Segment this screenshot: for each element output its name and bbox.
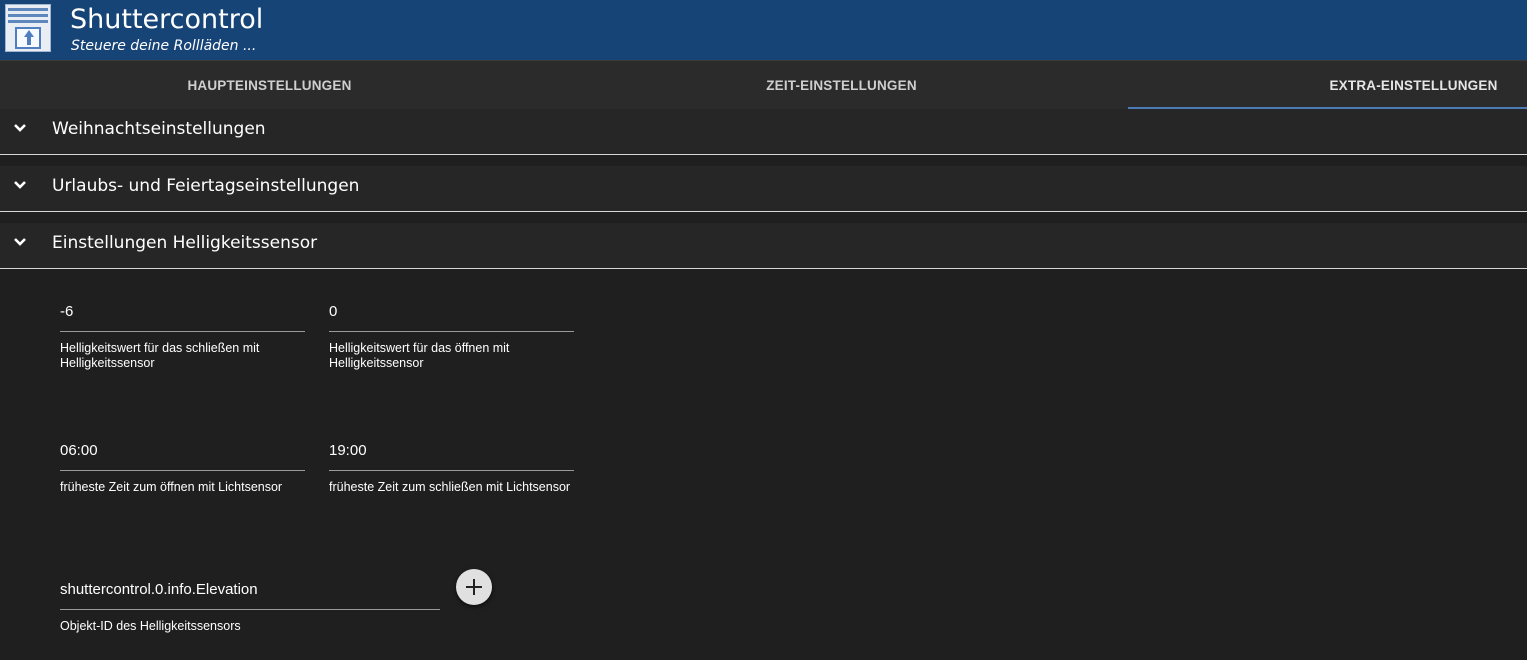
- field-underline: [329, 470, 574, 471]
- field-underline: [60, 609, 440, 610]
- tab-bar: HAUPTEINSTELLUNGEN ZEIT-EINSTELLUNGEN EX…: [0, 60, 1527, 109]
- app-header: Shuttercontrol Steuere deine Rollläden .…: [0, 0, 1527, 60]
- earliest-open-time-input[interactable]: 06:00: [60, 436, 98, 466]
- brightness-open-input[interactable]: 0: [329, 297, 337, 327]
- chevron-down-icon: [14, 238, 26, 246]
- shutter-logo-icon: [5, 4, 51, 52]
- brightness-close-label: Helligkeitswert für das schließen mit He…: [60, 341, 260, 370]
- panel-urlaubs-feiertagseinstellungen[interactable]: Urlaubs- und Feiertagseinstellungen: [0, 166, 1527, 212]
- earliest-open-time-label: früheste Zeit zum öffnen mit Lichtsensor: [60, 480, 283, 494]
- panel-label: Einstellungen Helligkeitssensor: [52, 233, 318, 253]
- panel-label: Weihnachtseinstellungen: [52, 119, 266, 139]
- tab-extra-einstellungen[interactable]: EXTRA-EINSTELLUNGEN: [1159, 61, 1527, 110]
- panel-label: Urlaubs- und Feiertagseinstellungen: [52, 176, 360, 196]
- sensor-object-id-input[interactable]: shuttercontrol.0.info.Elevation: [60, 575, 258, 605]
- tab-zeit-einstellungen[interactable]: ZEIT-EINSTELLUNGEN: [587, 61, 1096, 110]
- earliest-close-time-label: früheste Zeit zum schließen mit Lichtsen…: [329, 480, 571, 494]
- field-underline: [60, 331, 305, 332]
- brightness-close-input[interactable]: -6: [60, 297, 73, 327]
- panel-helligkeitssensor[interactable]: Einstellungen Helligkeitssensor: [0, 223, 1527, 269]
- brightness-open-label: Helligkeitswert für das öffnen mit Helli…: [329, 341, 510, 370]
- tab-haupteinstellungen[interactable]: HAUPTEINSTELLUNGEN: [15, 61, 524, 110]
- field-underline: [60, 470, 305, 471]
- sensor-object-id-label: Objekt-ID des Helligkeitssensors: [60, 619, 241, 633]
- select-object-id-button[interactable]: [456, 569, 492, 605]
- app-subtitle: Steuere deine Rollläden ...: [71, 38, 257, 54]
- field-underline: [329, 331, 574, 332]
- app-title: Shuttercontrol: [70, 4, 264, 35]
- chevron-down-icon: [14, 181, 26, 189]
- panel-weihnachtseinstellungen[interactable]: Weihnachtseinstellungen: [0, 109, 1527, 155]
- chevron-down-icon: [14, 124, 26, 132]
- earliest-close-time-input[interactable]: 19:00: [329, 436, 367, 466]
